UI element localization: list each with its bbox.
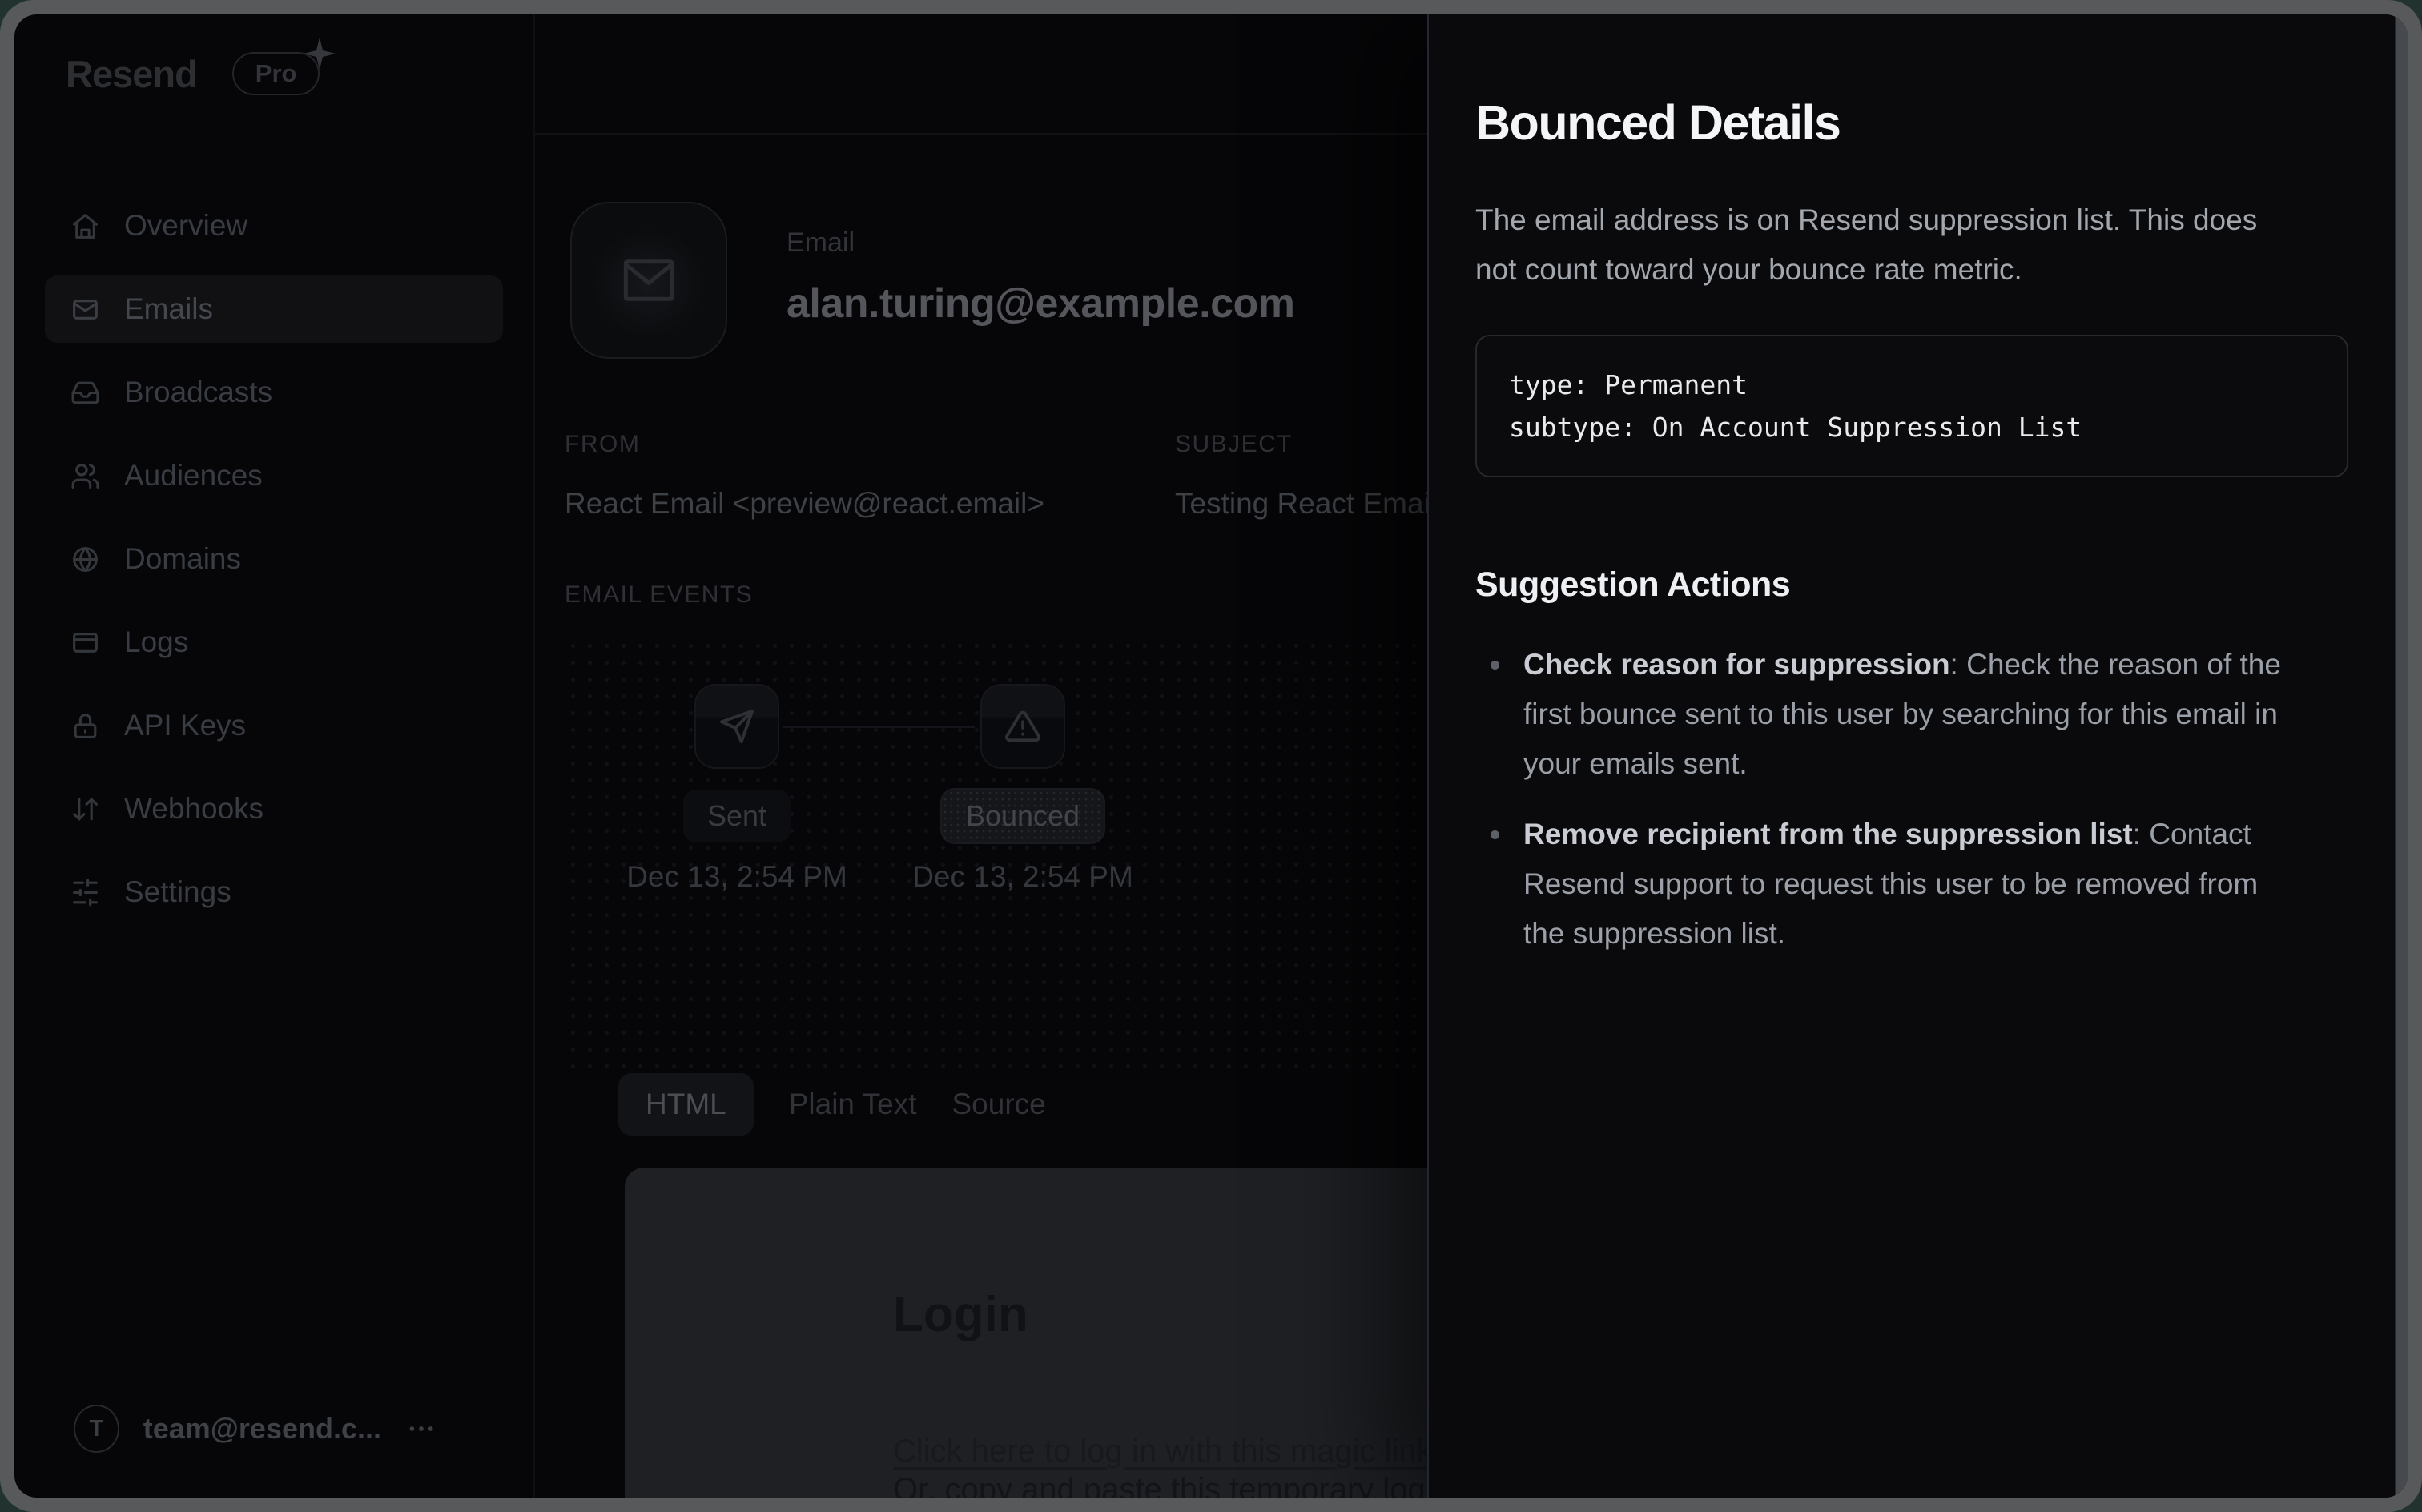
scrollbar[interactable] <box>2395 14 2408 1498</box>
preview-tabs: HTML Plain Text Source <box>618 1073 1046 1136</box>
suggestion-item: Check reason for suppression: Check the … <box>1514 640 2307 789</box>
users-icon <box>70 461 100 491</box>
logo-row: Resend Pro <box>66 53 320 94</box>
bounce-subtype-line: subtype: On Account Suppression List <box>1509 406 2315 448</box>
lock-icon <box>70 711 100 741</box>
sent-event-chip[interactable]: Sent <box>683 790 791 842</box>
sidebar-item-label: Audiences <box>124 459 263 493</box>
from-label: FROM <box>565 431 1175 458</box>
bounce-type-line: type: Permanent <box>1509 364 2315 406</box>
email-detail-main: Email alan.turing@example.com FROM React… <box>535 14 1442 1498</box>
sidebar-item-api-keys[interactable]: API Keys <box>45 692 503 759</box>
bounced-event-chip[interactable]: Bounced <box>942 790 1104 842</box>
tab-html[interactable]: HTML <box>618 1073 754 1136</box>
suggestions-title: Suggestion Actions <box>1475 565 2348 605</box>
suggestions-list: Check reason for suppression: Check the … <box>1475 640 2348 959</box>
sidebar-item-label: Domains <box>124 542 241 576</box>
email-address: alan.turing@example.com <box>787 279 1295 328</box>
suggestion-title: Remove recipient from the suppression li… <box>1523 818 2133 850</box>
suggestion-title: Check reason for suppression <box>1523 648 1950 681</box>
mail-icon <box>70 295 100 324</box>
subject-column: SUBJECT Testing React Email <box>1175 431 1437 521</box>
sidebar-item-domains[interactable]: Domains <box>45 525 503 593</box>
email-header-text: Email alan.turing@example.com <box>787 202 1295 359</box>
sidebar-item-label: Logs <box>124 625 188 659</box>
email-events-section: EMAIL EVENTS Sent Bounced <box>565 581 1442 1076</box>
sidebar-item-label: API Keys <box>124 709 246 742</box>
sidebar: Resend Pro Overview <box>14 14 535 1498</box>
email-events-canvas: Sent Bounced Dec 13, 2:54 PM Dec 13, 2:5… <box>565 637 1442 1076</box>
sidebar-nav: Overview Emails Broadcasts <box>45 192 503 942</box>
sidebar-item-label: Webhooks <box>124 792 264 826</box>
sidebar-item-label: Overview <box>124 209 247 243</box>
window-frame: Resend Pro Overview <box>0 0 2422 1512</box>
preview-secondary-text: Or, copy and paste this temporary logi <box>893 1472 1433 1498</box>
sidebar-item-label: Broadcasts <box>124 376 272 409</box>
tab-source[interactable]: Source <box>952 1073 1045 1136</box>
account-menu[interactable]: T team@resend.c... <box>74 1405 437 1453</box>
sidebar-item-logs[interactable]: Logs <box>45 609 503 676</box>
sparkle-icon <box>302 36 337 71</box>
email-kind-label: Email <box>787 227 1295 259</box>
inbox-icon <box>70 378 100 408</box>
sidebar-item-webhooks[interactable]: Webhooks <box>45 775 503 842</box>
bounced-details-sheet: Bounced Details The email address is on … <box>1427 14 2395 1498</box>
email-meta-row: FROM React Email <preview@react.email> S… <box>565 431 1442 521</box>
sheet-description: The email address is on Resend suppressi… <box>1475 195 2284 295</box>
sidebar-item-emails[interactable]: Emails <box>45 275 503 343</box>
sidebar-item-label: Settings <box>124 875 231 909</box>
bounced-event-timestamp: Dec 13, 2:54 PM <box>912 860 1133 894</box>
alert-triangle-icon <box>1004 708 1041 745</box>
email-events-label: EMAIL EVENTS <box>565 581 1442 609</box>
plan-badge: Pro <box>232 52 320 95</box>
bounce-code-block: type: Permanent subtype: On Account Supp… <box>1475 335 2348 477</box>
email-type-icon-tile <box>570 202 727 359</box>
arrows-up-down-icon <box>70 794 100 824</box>
sliders-icon <box>70 878 100 907</box>
suggestion-item: Remove recipient from the suppression li… <box>1514 810 2307 959</box>
from-column: FROM React Email <preview@react.email> <box>565 431 1175 521</box>
sent-event-icon-tile <box>694 684 779 769</box>
from-value: React Email <preview@react.email> <box>565 487 1175 521</box>
sidebar-item-overview[interactable]: Overview <box>45 192 503 259</box>
sidebar-item-broadcasts[interactable]: Broadcasts <box>45 359 503 426</box>
send-icon <box>718 708 755 745</box>
account-email: team@resend.c... <box>143 1412 381 1446</box>
subject-value: Testing React Email <box>1175 487 1437 521</box>
resend-logo: Resend <box>66 52 197 96</box>
sidebar-item-audiences[interactable]: Audiences <box>45 442 503 509</box>
sheet-title: Bounced Details <box>1475 94 2348 151</box>
home-icon <box>70 211 100 241</box>
sent-event-timestamp: Dec 13, 2:54 PM <box>626 860 847 894</box>
preview-heading: Login <box>893 1286 1028 1343</box>
sidebar-item-label: Emails <box>124 292 213 326</box>
bounced-event-icon-tile <box>980 684 1065 769</box>
email-header: Email alan.turing@example.com <box>570 202 1295 359</box>
event-connector-line <box>783 726 975 728</box>
magic-link[interactable]: Click here to log in with this magic lin… <box>893 1434 1433 1470</box>
ellipsis-icon[interactable] <box>405 1413 437 1445</box>
email-html-preview: Login Click here to log in with this mag… <box>625 1168 1475 1498</box>
globe-icon <box>70 545 100 574</box>
envelope-icon <box>614 246 683 315</box>
card-icon <box>70 628 100 657</box>
sidebar-item-settings[interactable]: Settings <box>45 859 503 926</box>
avatar: T <box>74 1405 119 1453</box>
plan-badge-label: Pro <box>255 59 297 87</box>
app-window: Resend Pro Overview <box>14 14 2408 1498</box>
tab-plain-text[interactable]: Plain Text <box>789 1073 917 1136</box>
main-header <box>535 14 1442 135</box>
subject-label: SUBJECT <box>1175 431 1437 458</box>
